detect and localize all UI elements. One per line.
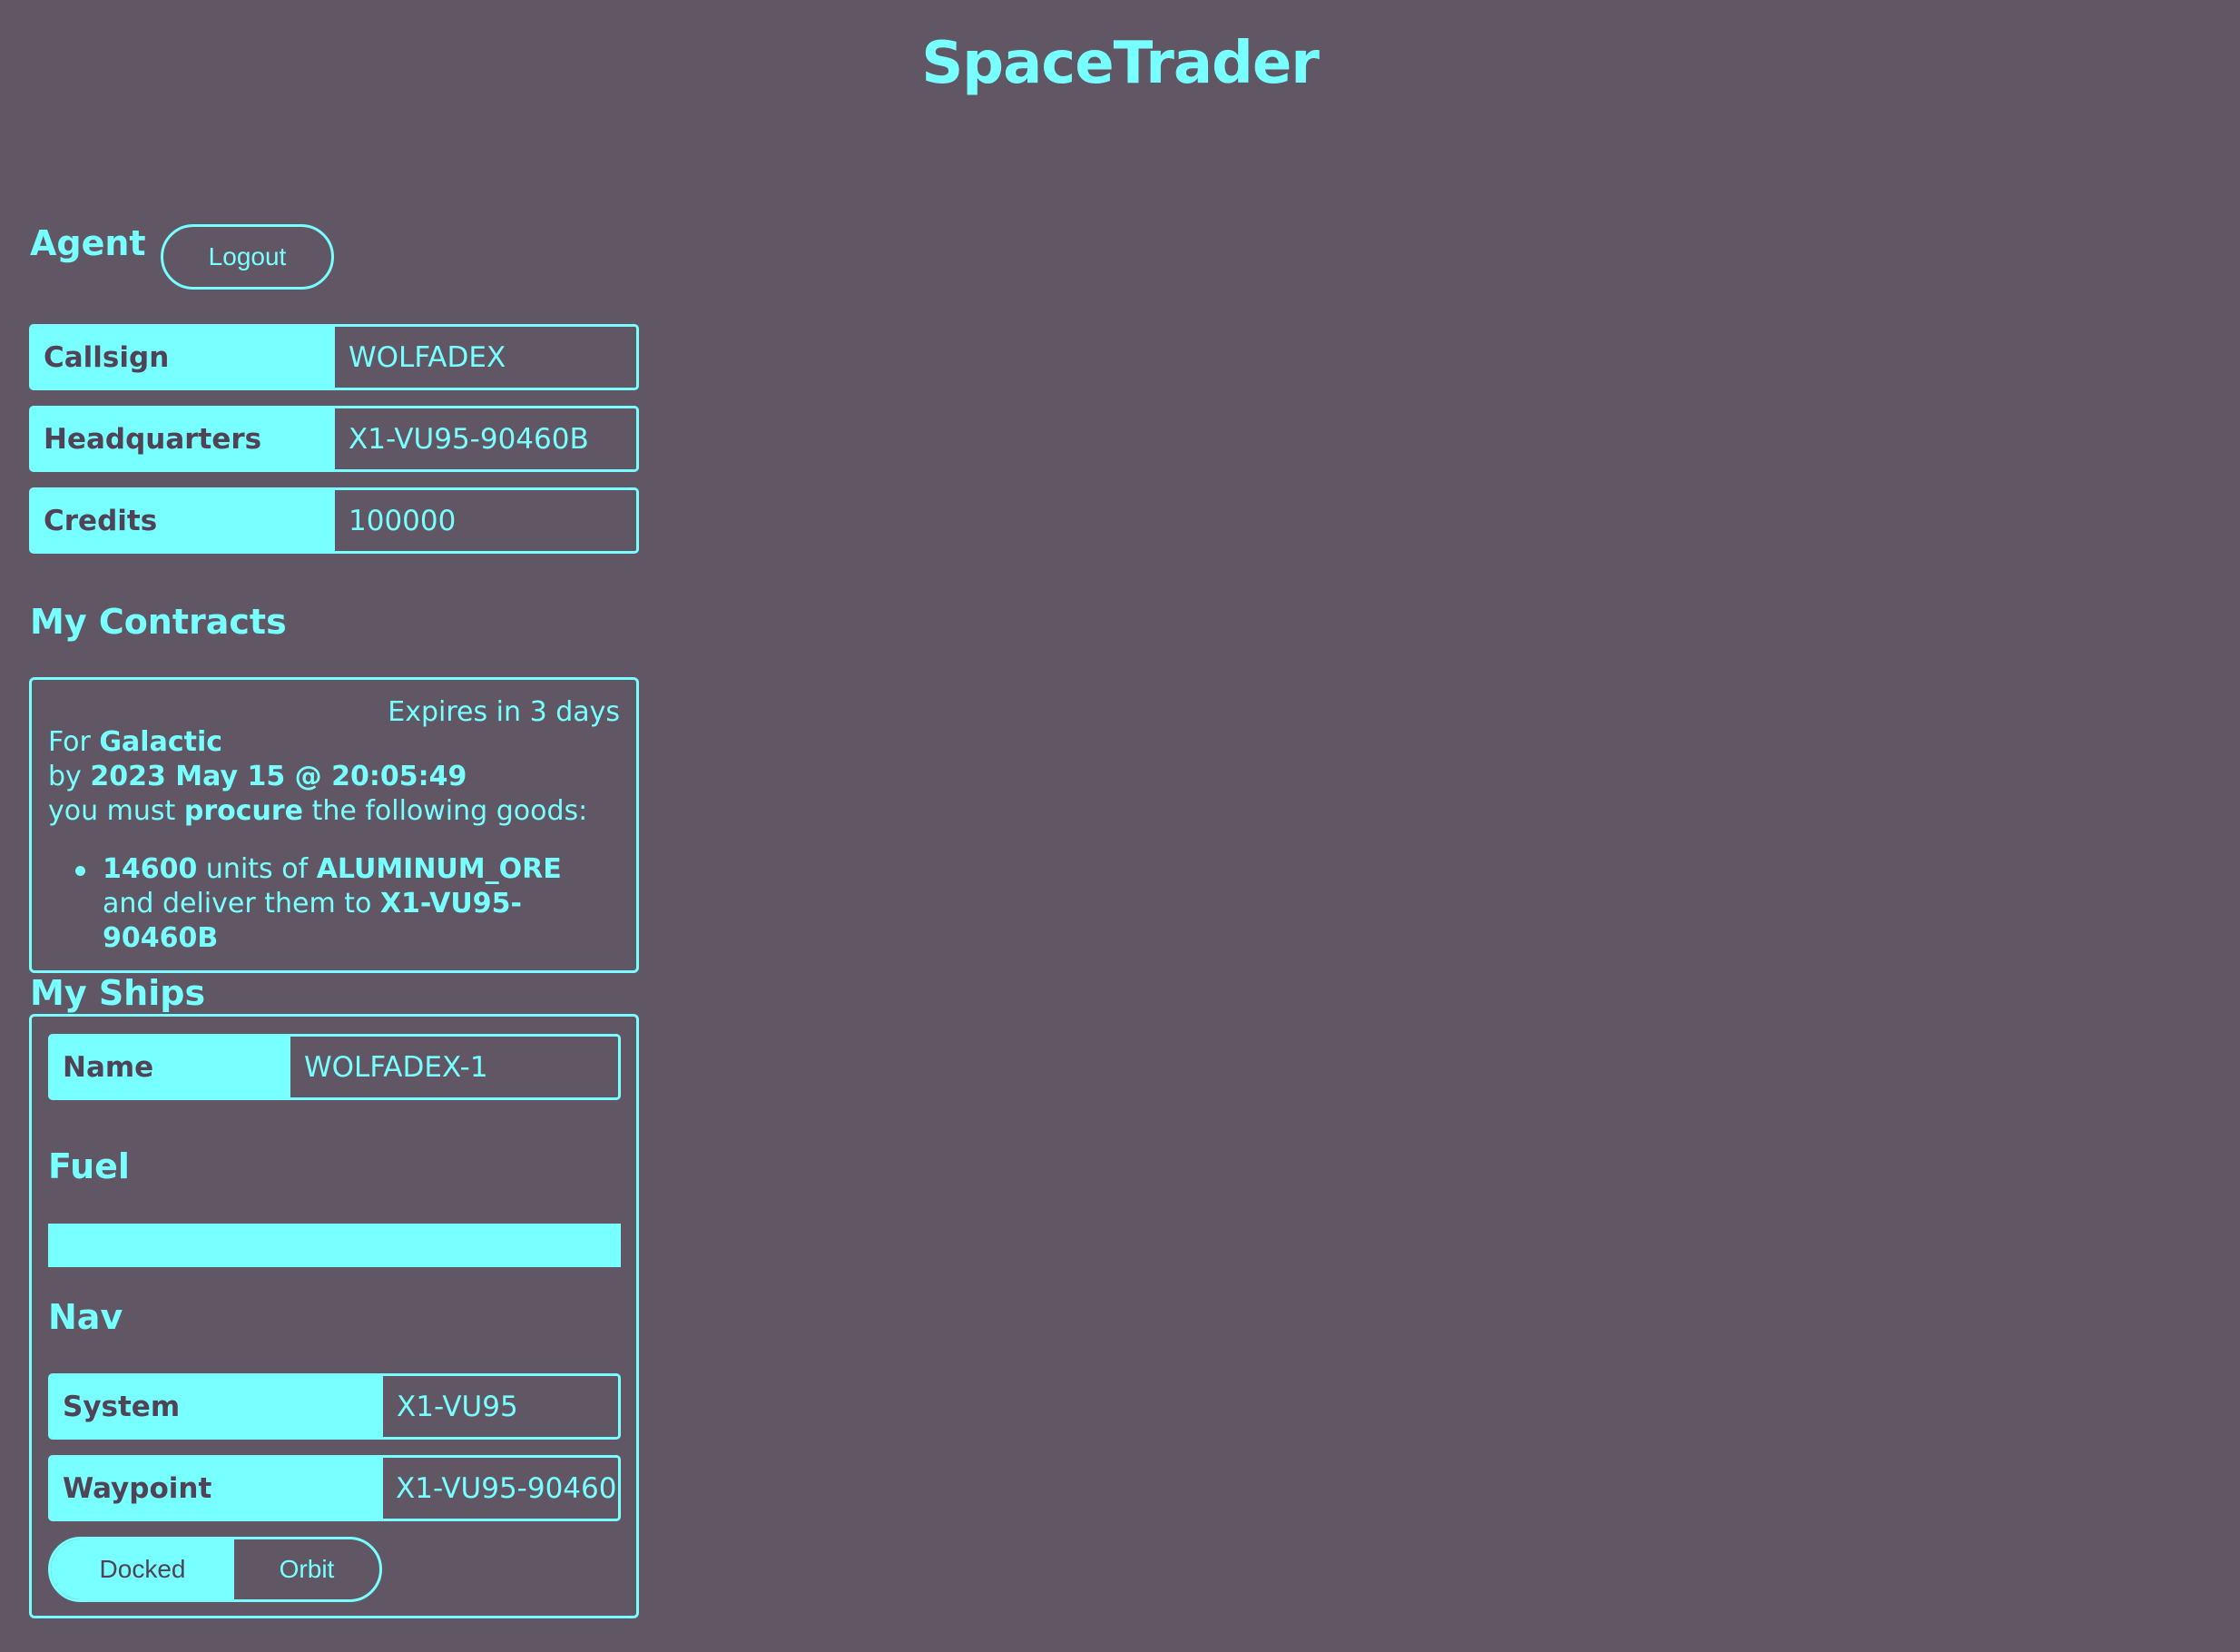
ship-name-value: WOLFADEX-1 bbox=[304, 1050, 488, 1084]
waypoint-label: Waypoint bbox=[51, 1458, 383, 1519]
agent-headquarters-row: Headquarters X1-VU95-90460B bbox=[29, 406, 639, 472]
waypoint-value: X1-VU95-90460B bbox=[396, 1471, 621, 1505]
agent-credits-row: Credits 100000 bbox=[29, 487, 639, 554]
goods-deliver-line: and deliver them to X1-VU95-90460B bbox=[103, 887, 636, 956]
credits-label: Credits bbox=[32, 490, 335, 551]
callsign-label: Callsign bbox=[32, 327, 335, 388]
nav-heading: Nav bbox=[48, 1297, 123, 1337]
nav-waypoint-row: Waypoint X1-VU95-90460B bbox=[48, 1455, 621, 1521]
contract-body: For Galactic by 2023 May 15 @ 20:05:49 y… bbox=[48, 725, 587, 829]
ship-name-label: Name bbox=[51, 1037, 290, 1097]
contracts-heading: My Contracts bbox=[30, 602, 287, 642]
must-prefix: you must bbox=[48, 795, 176, 827]
goods-symbol: ALUMINUM_ORE bbox=[316, 853, 562, 885]
goods-units: 14600 bbox=[103, 853, 198, 885]
contract-faction: Galactic bbox=[99, 726, 223, 758]
callsign-value: WOLFADEX bbox=[349, 340, 506, 374]
agent-heading: Agent bbox=[30, 223, 146, 263]
headquarters-value: X1-VU95-90460B bbox=[349, 422, 589, 456]
contract-deadline: 2023 May 15 @ 20:05:49 bbox=[90, 761, 467, 792]
ship-name-row: Name WOLFADEX-1 bbox=[48, 1034, 621, 1100]
contract-action: procure bbox=[183, 795, 304, 827]
agent-callsign-row: Callsign WOLFADEX bbox=[29, 324, 639, 390]
contract-deadline-line: by 2023 May 15 @ 20:05:49 bbox=[48, 760, 587, 794]
logout-button[interactable]: Logout bbox=[161, 224, 334, 290]
nav-status-toggle[interactable]: Docked Orbit bbox=[48, 1537, 382, 1602]
for-prefix: For bbox=[48, 726, 91, 758]
by-prefix: by bbox=[48, 761, 82, 792]
bullet-icon bbox=[75, 866, 85, 876]
goods-list-item: 14600 units of ALUMINUM_ORE and deliver … bbox=[75, 852, 636, 956]
must-suffix: the following goods: bbox=[311, 795, 588, 827]
deliver-prefix: and deliver them to bbox=[103, 888, 372, 919]
docked-option[interactable]: Docked bbox=[51, 1539, 234, 1599]
contract-faction-line: For Galactic bbox=[48, 725, 587, 760]
orbit-option[interactable]: Orbit bbox=[234, 1539, 379, 1599]
goods-units-line: 14600 units of ALUMINUM_ORE bbox=[103, 852, 636, 887]
headquarters-label: Headquarters bbox=[32, 408, 335, 469]
nav-system-row: System X1-VU95 bbox=[48, 1373, 621, 1440]
goods-units-of: units of bbox=[205, 853, 309, 885]
system-label: System bbox=[51, 1376, 383, 1437]
contract-action-line: you must procure the following goods: bbox=[48, 794, 587, 829]
system-value: X1-VU95 bbox=[397, 1390, 518, 1423]
contract-card: Expires in 3 days For Galactic by 2023 M… bbox=[29, 677, 639, 973]
ship-card: Name WOLFADEX-1 Fuel Nav System X1-VU95 … bbox=[29, 1014, 639, 1618]
fuel-heading: Fuel bbox=[48, 1146, 130, 1186]
fuel-bar bbox=[48, 1224, 621, 1267]
credits-value: 100000 bbox=[349, 504, 457, 537]
contract-expires: Expires in 3 days bbox=[388, 696, 620, 728]
ships-heading: My Ships bbox=[30, 973, 206, 1013]
app-title: SpaceTrader bbox=[921, 30, 1320, 97]
